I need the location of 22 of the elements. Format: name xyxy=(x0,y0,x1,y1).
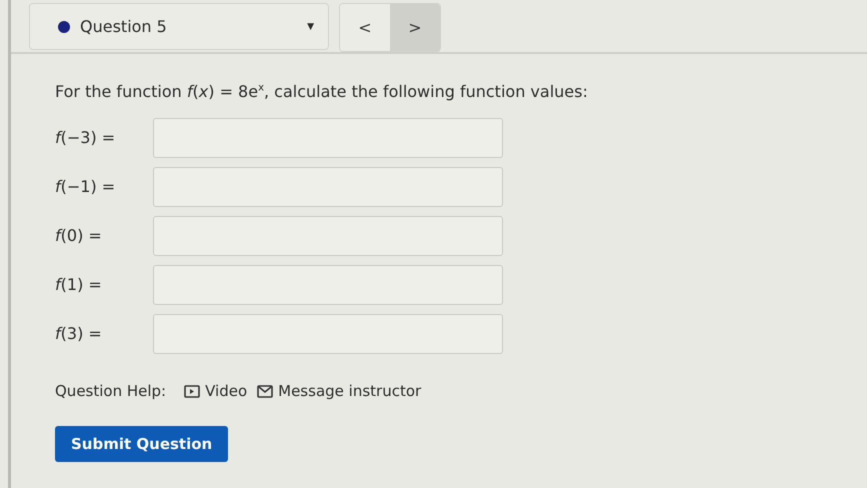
answer-label: f(3) = xyxy=(55,324,103,343)
dropdown-label: Question 5 xyxy=(80,17,168,36)
answer-field[interactable] xyxy=(153,166,503,206)
video-link[interactable]: Video xyxy=(184,382,248,400)
answer-field[interactable] xyxy=(153,314,503,354)
answer-label: f(−3) = xyxy=(55,128,116,147)
submit-button[interactable]: Submit Question xyxy=(55,426,228,462)
help-label: Question Help: xyxy=(55,382,166,400)
answer-label: f(1) = xyxy=(55,275,103,294)
answer-label: f(−1) = xyxy=(55,177,116,196)
question-dropdown[interactable]: Question 5 ▼ xyxy=(29,3,329,50)
envelope-icon xyxy=(257,384,274,398)
answer-field[interactable] xyxy=(153,216,503,256)
answer-field[interactable] xyxy=(153,118,503,158)
nav-button[interactable]: > xyxy=(390,4,440,51)
caret-icon: ▼ xyxy=(307,22,314,32)
message-link[interactable]: Message instructor xyxy=(257,382,422,400)
answer-field[interactable] xyxy=(153,264,503,304)
play-icon xyxy=(184,384,200,398)
answer-label: f(0) = xyxy=(55,226,103,245)
dot-icon xyxy=(58,20,70,32)
question-prompt: For the function f(x) = 8e$^{x}$, calculate the following function values: xyxy=(55,82,589,101)
